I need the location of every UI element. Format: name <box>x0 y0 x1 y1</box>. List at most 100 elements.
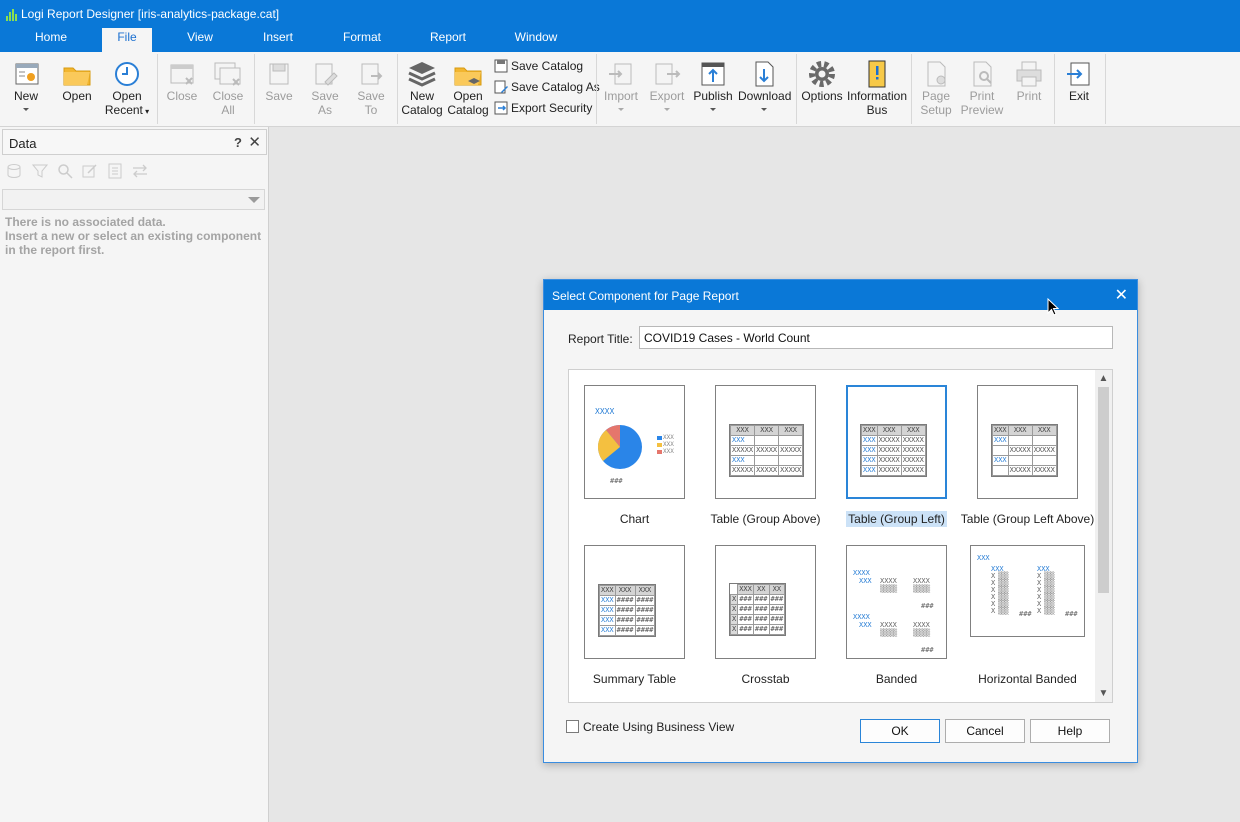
export-button[interactable]: Export <box>646 52 688 124</box>
exit-button[interactable]: Exit <box>1058 52 1100 124</box>
new-button[interactable]: New <box>6 52 46 124</box>
report-title-input[interactable] <box>639 326 1113 349</box>
table-group-left-label: Table (Group Left) <box>846 511 947 527</box>
information-bus-label-2: Bus <box>866 103 888 117</box>
publish-label: Publish <box>693 89 733 103</box>
filter-icon[interactable] <box>31 163 49 179</box>
scroll-down-icon[interactable]: ▼ <box>1095 685 1112 702</box>
close-window-icon <box>170 64 194 85</box>
menu-tabs: Home File View Insert Format Report Wind… <box>0 28 1240 52</box>
page-setup-button[interactable]: Page Setup <box>914 52 958 124</box>
data-source-dropdown[interactable] <box>2 189 265 210</box>
download-label: Download <box>738 89 792 103</box>
scroll-up-icon[interactable]: ▲ <box>1095 370 1112 387</box>
new-catalog-button[interactable]: New Catalog <box>400 52 444 124</box>
exit-icon <box>1067 62 1090 86</box>
print-button[interactable]: Print <box>1008 52 1050 124</box>
export-label: Export <box>649 89 685 103</box>
new-document-icon <box>15 63 39 85</box>
information-bus-button[interactable]: Information Bus <box>846 52 908 124</box>
data-panel-header: Data ? ✕ <box>2 129 267 155</box>
close-button[interactable]: Close <box>160 52 204 124</box>
component-table-group-left-above[interactable]: XXX XXX XXX XXX XXXXX XXXXX XXX XXXXX XXXXX … <box>961 385 1094 526</box>
close-all-button[interactable]: Close All <box>206 52 250 124</box>
mouse-cursor-icon <box>1047 298 1059 316</box>
gear-icon <box>809 61 835 87</box>
new-catalog-label-2: Catalog <box>401 103 443 117</box>
tab-format[interactable]: Format <box>332 28 392 52</box>
exit-label: Exit <box>1068 89 1089 103</box>
chart-label: Chart <box>619 512 650 526</box>
open-catalog-icon <box>454 67 482 86</box>
options-button[interactable]: Options <box>800 52 844 124</box>
open-catalog-button[interactable]: Open Catalog <box>446 52 490 124</box>
save-catalog-label: Save Catalog <box>511 59 584 73</box>
save-to-icon <box>361 63 383 85</box>
cancel-button[interactable]: Cancel <box>945 719 1025 743</box>
dialog-close-icon[interactable]: ✕ <box>1115 285 1128 305</box>
import-icon <box>609 63 632 85</box>
tab-report[interactable]: Report <box>418 28 478 52</box>
save-catalog-button[interactable]: Save Catalog <box>493 56 583 76</box>
component-summary-table[interactable]: XXX XXX XXX XXX #### #### XXX #### #### XXX ###… <box>584 545 685 686</box>
open-label: Open <box>62 89 92 103</box>
new-catalog-label-1: New <box>409 89 434 103</box>
save-as-button[interactable]: Save As <box>304 52 346 124</box>
search-icon[interactable] <box>57 163 73 179</box>
export-security-button[interactable]: Export Security <box>493 98 592 118</box>
help-button[interactable]: Help <box>1030 719 1110 743</box>
gallery-scrollbar[interactable]: ▲ ▼ <box>1095 370 1112 702</box>
export-icon <box>655 63 681 85</box>
publish-button[interactable]: Publish <box>691 52 735 124</box>
import-button[interactable]: Import <box>600 52 642 124</box>
component-table-group-left[interactable]: XXX XXX XXX XXX XXXXX XXXXX XXX XXXXX XXXXX XX… <box>846 385 947 527</box>
component-banded[interactable]: XXXX XXX XXXX XXXX ▒▒▒▒▒ ▒▒▒▒▒ ### XXXX … <box>846 545 947 686</box>
pie-chart-icon <box>597 424 642 469</box>
window-title: Logi Report Designer [iris-analytics-pac… <box>21 7 280 21</box>
table-group-above-thumbnail: XXX XXX XXX XXX XXXXX XXXXX XXXXX XXX XXXXX X… <box>715 385 816 499</box>
dialog-title: Select Component for Page Report <box>552 289 739 303</box>
tab-window[interactable]: Window <box>505 28 567 52</box>
import-label: Import <box>603 89 638 103</box>
component-table-group-above[interactable]: XXX XXX XXX XXX XXXXX XXXXX XXXXX XXX XXXXX X… <box>710 385 821 526</box>
tab-home[interactable]: Home <box>22 28 80 52</box>
open-button[interactable]: Open <box>55 52 99 124</box>
floppy-disk-icon <box>269 63 289 85</box>
component-crosstab[interactable]: XXX XX XX X ### ### ### X ### ### ### X ### ### ###… <box>715 545 816 686</box>
download-button[interactable]: Download <box>738 52 792 124</box>
ribbon-toolbar: New Open Open Recent ▾ Close Close All S… <box>0 52 1240 127</box>
save-catalog-as-icon <box>494 80 508 94</box>
page-setup-label-1: Page <box>921 89 951 103</box>
chart-thumbnail: XXXX XXX XXX XXX ### <box>584 385 685 499</box>
swap-icon[interactable] <box>132 163 148 179</box>
help-icon[interactable]: ? <box>234 135 242 150</box>
business-view-label: Create Using Business View <box>583 720 735 734</box>
business-view-checkbox[interactable] <box>566 720 579 733</box>
component-horizontal-banded[interactable]: XXX XXX XXX XXXXXX ▒▒▒ ▒▒▒ ▒▒▒ ▒▒▒ ▒▒▒ ▒▒▒ XX… <box>970 545 1085 686</box>
database-icon[interactable] <box>6 163 22 179</box>
summary-table-thumbnail: XXX XXX XXX XXX #### #### XXX #### #### XXX ###… <box>584 545 685 659</box>
save-to-button[interactable]: Save To <box>350 52 392 124</box>
properties-icon[interactable] <box>107 163 123 179</box>
save-button[interactable]: Save <box>258 52 300 124</box>
open-recent-button[interactable]: Open Recent ▾ <box>104 52 150 124</box>
open-catalog-label-2: Catalog <box>447 103 489 117</box>
tab-view[interactable]: View <box>172 28 228 52</box>
print-label: Print <box>1016 89 1042 103</box>
chevron-down-icon <box>248 197 260 203</box>
scrollbar-thumb[interactable] <box>1098 387 1109 593</box>
tab-insert[interactable]: Insert <box>250 28 306 52</box>
component-chart[interactable]: XXXX XXX XXX XXX ### Chart <box>584 385 685 526</box>
tab-file[interactable]: File <box>102 28 152 52</box>
ok-button[interactable]: OK <box>860 719 940 743</box>
banded-thumbnail: XXXX XXX XXXX XXXX ▒▒▒▒▒ ▒▒▒▒▒ ### XXXX … <box>846 545 947 659</box>
save-catalog-icon <box>494 59 508 73</box>
save-as-label-1: Save <box>311 89 339 103</box>
print-preview-button[interactable]: Print Preview <box>960 52 1004 124</box>
save-to-label-1: Save <box>357 89 385 103</box>
page-setup-label-2: Setup <box>920 103 952 117</box>
close-icon[interactable]: ✕ <box>248 133 261 151</box>
edit-icon[interactable] <box>82 163 98 179</box>
banded-label: Banded <box>875 672 918 686</box>
save-catalog-as-button[interactable]: Save Catalog As <box>493 77 600 97</box>
